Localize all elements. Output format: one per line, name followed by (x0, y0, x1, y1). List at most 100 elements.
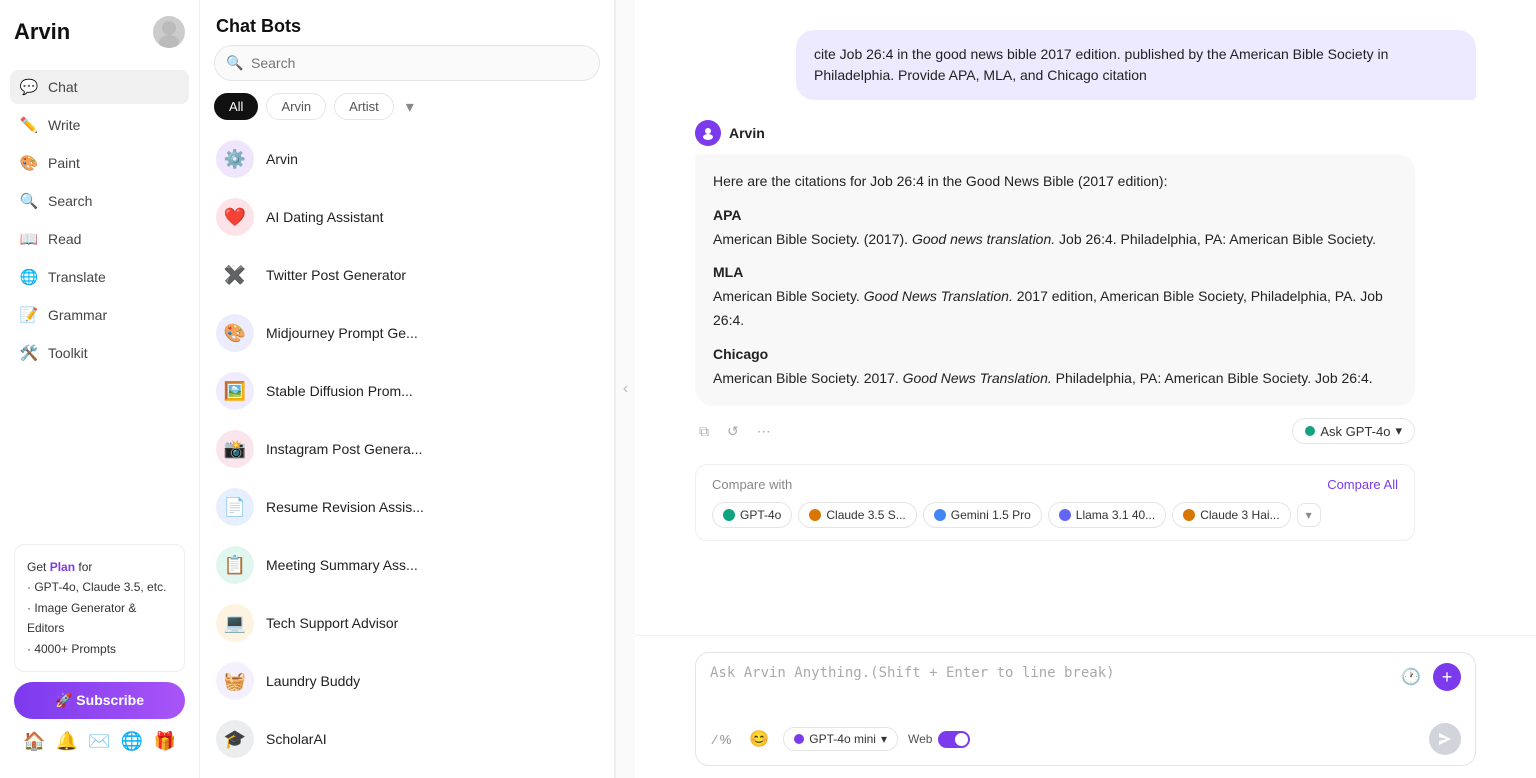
bot-name: Stable Diffusion Prom... (266, 383, 413, 399)
response-intro: Here are the citations for Job 26:4 in t… (713, 170, 1397, 194)
sidebar-item-search[interactable]: 🔍 Search (10, 184, 189, 218)
bot-avatar: ❤️ (216, 198, 254, 236)
filter-arvin[interactable]: Arvin (266, 93, 326, 120)
list-item[interactable]: ✖️ Twitter Post Generator (208, 246, 606, 304)
bot-name: Instagram Post Genera... (266, 441, 422, 457)
model-chip[interactable]: Claude 3 Hai... (1172, 502, 1290, 528)
ask-gpt-button[interactable]: Ask GPT-4o ▾ (1292, 418, 1415, 444)
user-message: cite Job 26:4 in the good news bible 201… (796, 30, 1476, 100)
list-item[interactable]: 📋 Meeting Summary Ass... (208, 536, 606, 594)
sidebar-item-read[interactable]: 📖 Read (10, 222, 189, 256)
sidebar-item-grammar[interactable]: 📝 Grammar (10, 298, 189, 332)
avatar[interactable] (153, 16, 185, 48)
compare-collapse-button[interactable]: ▾ (1297, 503, 1321, 527)
input-row: 🕐 + (710, 663, 1461, 713)
compare-models: GPT-4oClaude 3.5 S... Gemini 1.5 ProLlama… (712, 502, 1398, 528)
write-icon: ✏️ (20, 116, 38, 134)
list-item[interactable]: 📄 Resume Revision Assis... (208, 478, 606, 536)
bot-name: Midjourney Prompt Ge... (266, 325, 418, 341)
chat-input-area: 🕐 + ⁄ % 😊 GPT-4o mini ▾ Web (635, 635, 1536, 778)
middle-panel: Chat Bots 🔍 All Arvin Artist ▾ ⚙️ Arvin … (200, 0, 615, 778)
input-icons-right: 🕐 + (1397, 663, 1461, 691)
chicago-section: Chicago American Bible Society. 2017. Go… (713, 343, 1397, 391)
send-button[interactable] (1429, 723, 1461, 755)
sidebar-item-write[interactable]: ✏️ Write (10, 108, 189, 142)
app-title: Arvin (14, 19, 70, 45)
chat-icon: 💬 (20, 78, 38, 96)
mail-icon[interactable]: ✉️ (88, 731, 110, 752)
slash-icon-button[interactable]: ⁄ % (710, 728, 735, 751)
sidebar-item-translate[interactable]: 🌐 Translate (10, 260, 189, 294)
chat-input[interactable] (710, 663, 1387, 713)
model-selector[interactable]: GPT-4o mini ▾ (783, 727, 898, 751)
copy-button[interactable]: ⧉ (695, 421, 713, 442)
history-icon-button[interactable]: 🕐 (1397, 663, 1425, 691)
model-chip[interactable]: Claude 3.5 S... (798, 502, 916, 528)
model-chip[interactable]: Llama 3.1 40... (1048, 502, 1166, 528)
bot-avatar: 🧺 (216, 662, 254, 700)
more-button[interactable]: ⋯ (753, 421, 775, 442)
filter-all[interactable]: All (214, 93, 258, 120)
assistant-header: Arvin (695, 120, 1415, 146)
web-toggle[interactable]: Web (908, 731, 970, 748)
bot-name: Tech Support Advisor (266, 615, 398, 631)
read-icon: 📖 (20, 230, 38, 248)
apa-section: APA American Bible Society. (2017). Good… (713, 204, 1397, 252)
list-item[interactable]: 🎨 Midjourney Prompt Ge... (208, 304, 606, 362)
upgrade-line2: · Image Generator & Editors (27, 598, 172, 639)
home-icon[interactable]: 🏠 (23, 731, 45, 752)
compare-label: Compare with (712, 477, 792, 492)
list-item[interactable]: 💻 Tech Support Advisor (208, 594, 606, 652)
search-input[interactable] (214, 45, 600, 81)
toggle-thumb (955, 733, 968, 746)
model-chip[interactable]: GPT-4o (712, 502, 792, 528)
app-header: Arvin (10, 16, 189, 48)
sidebar-item-chat[interactable]: 💬 Chat (10, 70, 189, 104)
upgrade-line1: · GPT-4o, Claude 3.5, etc. (27, 577, 172, 597)
emoji-icon-button[interactable]: 😊 (745, 725, 773, 753)
web-label: Web (908, 732, 932, 746)
compare-header: Compare with Compare All (712, 477, 1398, 492)
list-item[interactable]: 📸 Instagram Post Genera... (208, 420, 606, 478)
refresh-button[interactable]: ↺ (723, 421, 743, 442)
bot-avatar: 📄 (216, 488, 254, 526)
assistant-name: Arvin (729, 125, 765, 141)
bot-list: ⚙️ Arvin ❤️ AI Dating Assistant ✖️ Twitt… (200, 130, 614, 778)
subscribe-button[interactable]: 🚀 Subscribe (14, 682, 185, 719)
notification-icon[interactable]: 🔔 (56, 731, 78, 752)
model-name: GPT-4o mini (809, 732, 876, 746)
bot-avatar: ⚙️ (216, 140, 254, 178)
assistant-avatar (695, 120, 721, 146)
sidebar-item-toolkit[interactable]: 🛠️ Toolkit (10, 336, 189, 370)
gift-icon[interactable]: 🎁 (153, 731, 175, 752)
list-item[interactable]: ⚙️ Arvin (208, 130, 606, 188)
list-item[interactable]: 🖼️ Stable Diffusion Prom... (208, 362, 606, 420)
compare-all-link[interactable]: Compare All (1327, 477, 1398, 492)
list-item[interactable]: 🎓 ScholarAI (208, 710, 606, 768)
sidebar-bottom: Get Plan for · GPT-4o, Claude 3.5, etc. … (10, 534, 189, 762)
bot-avatar: 🖼️ (216, 372, 254, 410)
list-item[interactable]: 🧠 TherapistGPT (208, 768, 606, 778)
add-icon-button[interactable]: + (1433, 663, 1461, 691)
toggle-track[interactable] (938, 731, 970, 748)
search-nav-icon: 🔍 (20, 192, 38, 210)
upgrade-box: Get Plan for · GPT-4o, Claude 3.5, etc. … (14, 544, 185, 672)
upgrade-line3: · 4000+ Prompts (27, 639, 172, 659)
filter-more-button[interactable]: ▾ (402, 97, 418, 117)
filter-artist[interactable]: Artist (334, 93, 394, 120)
model-chip[interactable]: Gemini 1.5 Pro (923, 502, 1042, 528)
list-item[interactable]: 🧺 Laundry Buddy (208, 652, 606, 710)
input-bottom-bar: ⁄ % 😊 GPT-4o mini ▾ Web (710, 723, 1461, 755)
search-icon: 🔍 (226, 55, 243, 72)
bot-name: Arvin (266, 151, 298, 167)
bot-name: Resume Revision Assis... (266, 499, 424, 515)
collapse-handle[interactable]: ‹ (615, 0, 635, 778)
compare-bar: Compare with Compare All GPT-4oClaude 3.… (695, 464, 1415, 541)
sidebar-item-paint[interactable]: 🎨 Paint (10, 146, 189, 180)
bot-avatar: 📸 (216, 430, 254, 468)
bot-avatar: 📋 (216, 546, 254, 584)
sidebar-item-toolkit-label: Toolkit (48, 345, 88, 361)
bot-avatar: 💻 (216, 604, 254, 642)
chrome-icon[interactable]: 🌐 (121, 731, 143, 752)
list-item[interactable]: ❤️ AI Dating Assistant (208, 188, 606, 246)
